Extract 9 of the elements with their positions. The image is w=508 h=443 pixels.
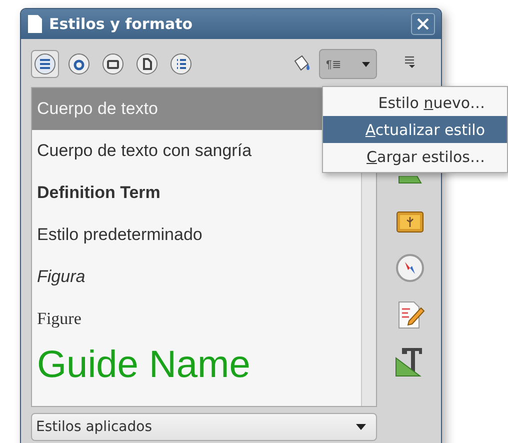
style-item[interactable]: Estilo predeterminado <box>32 214 362 256</box>
style-item[interactable]: Figure <box>32 298 362 340</box>
filter-dropdown[interactable]: Estilos aplicados <box>31 413 377 441</box>
style-item[interactable]: Definition Term <box>32 172 362 214</box>
menu-item[interactable]: Actualizar estilo <box>323 116 507 143</box>
window-title: Estilos y formato <box>49 15 194 33</box>
menu-item[interactable]: Cargar estilos… <box>323 143 507 170</box>
style-item[interactable]: Figura <box>32 256 362 298</box>
style-actions-button[interactable]: ¶≣ <box>319 49 377 79</box>
